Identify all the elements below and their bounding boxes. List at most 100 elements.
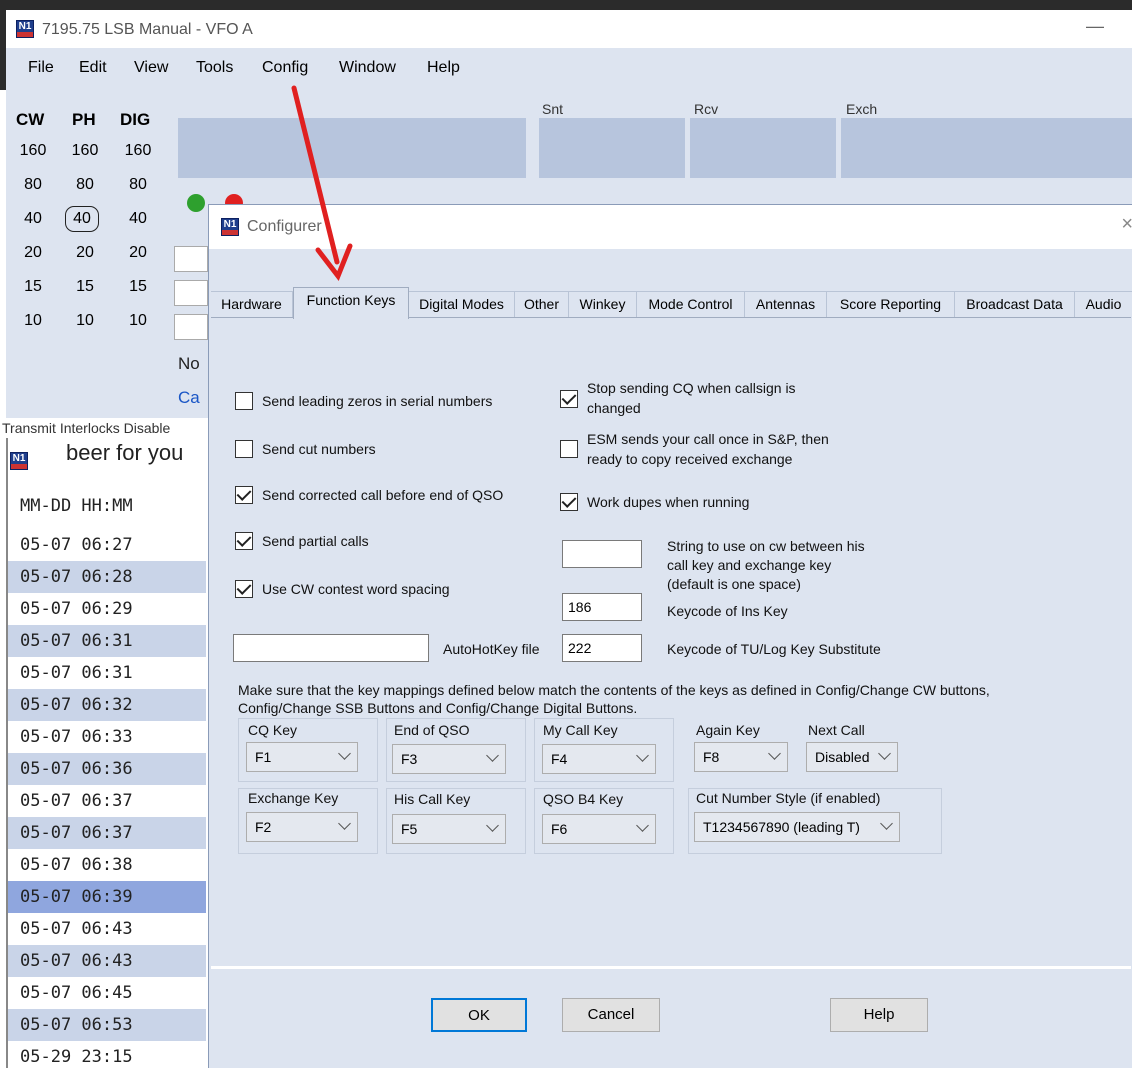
exchange-key-select[interactable]: F2: [246, 812, 358, 842]
band-ph-10[interactable]: 10: [68, 312, 102, 330]
menu-view[interactable]: View: [134, 59, 168, 77]
green-status-led: [187, 194, 205, 212]
cq-key-select[interactable]: F1: [246, 742, 358, 772]
log-row[interactable]: 05-07 06:38: [8, 849, 206, 881]
band-cw-160[interactable]: 160: [16, 142, 50, 160]
esm-checkbox[interactable]: [560, 440, 578, 458]
band-cw-20[interactable]: 20: [16, 244, 50, 262]
log-row[interactable]: 05-07 06:53: [8, 1009, 206, 1041]
tab-broadcast-data[interactable]: Broadcast Data: [955, 291, 1075, 317]
menu-help[interactable]: Help: [427, 59, 460, 77]
cw-word-spacing-checkbox[interactable]: [235, 580, 253, 598]
band-ph-40-selected[interactable]: 40: [65, 206, 99, 232]
band-dig-20[interactable]: 20: [121, 244, 155, 262]
log-row[interactable]: 05-07 06:31: [8, 657, 206, 689]
log-row[interactable]: 05-07 06:27: [8, 529, 206, 561]
his-call-label: His Call Key: [394, 791, 471, 807]
log-row[interactable]: 05-07 06:43: [8, 945, 206, 977]
log-row[interactable]: 05-29 23:15: [8, 1041, 206, 1068]
minimize-button[interactable]: —: [1086, 16, 1104, 37]
work-dupes-checkbox[interactable]: [560, 493, 578, 511]
next-call-select[interactable]: Disabled: [806, 742, 898, 772]
band-dig-10[interactable]: 10: [121, 312, 155, 330]
chevron-down-icon: [486, 749, 499, 762]
ins-keycode-label: Keycode of Ins Key: [667, 603, 788, 619]
snt-field[interactable]: [539, 118, 685, 178]
band-cw-15[interactable]: 15: [16, 278, 50, 296]
log-row[interactable]: 05-07 06:37: [8, 785, 206, 817]
log-row[interactable]: 05-07 06:37: [8, 817, 206, 849]
qso-b4-select[interactable]: F6: [542, 814, 656, 844]
stop-cq-label-2: changed: [587, 400, 641, 416]
band-cw-40[interactable]: 40: [16, 210, 50, 228]
exch-field[interactable]: [841, 118, 1132, 178]
band-ph-15[interactable]: 15: [68, 278, 102, 296]
band-dig-15[interactable]: 15: [121, 278, 155, 296]
log-row[interactable]: 05-07 06:36: [8, 753, 206, 785]
menu-bar: File Edit View Tools Config Window Help: [0, 48, 1132, 90]
autohotkey-file-input[interactable]: [233, 634, 429, 662]
help-button[interactable]: Help: [830, 998, 928, 1032]
tab-hardware[interactable]: Hardware: [211, 291, 293, 317]
leading-zeros-checkbox[interactable]: [235, 392, 253, 410]
cw-string-input[interactable]: [562, 540, 642, 568]
tab-audio[interactable]: Audio: [1075, 291, 1132, 317]
log-row[interactable]: 05-07 06:31: [8, 625, 206, 657]
band-dig-80[interactable]: 80: [121, 176, 155, 194]
log-row[interactable]: 05-07 06:32: [8, 689, 206, 721]
rcv-field[interactable]: [690, 118, 836, 178]
band-ph-80[interactable]: 80: [68, 176, 102, 194]
tab-winkey[interactable]: Winkey: [569, 291, 637, 317]
my-call-select[interactable]: F4: [542, 744, 656, 774]
tab-function-keys[interactable]: Function Keys: [293, 287, 409, 319]
log-row[interactable]: 05-07 06:33: [8, 721, 206, 753]
stop-cq-label-1: Stop sending CQ when callsign is: [587, 380, 796, 396]
end-qso-select[interactable]: F3: [392, 744, 506, 774]
log-row[interactable]: 05-07 06:45: [8, 977, 206, 1009]
log-row[interactable]: 05-07 06:29: [8, 593, 206, 625]
tab-mode-control[interactable]: Mode Control: [637, 291, 745, 317]
his-call-select[interactable]: F5: [392, 814, 506, 844]
cut-numbers-checkbox[interactable]: [235, 440, 253, 458]
again-key-select[interactable]: F8: [694, 742, 788, 772]
partial-calls-checkbox[interactable]: [235, 532, 253, 550]
menu-window[interactable]: Window: [339, 59, 396, 77]
side-entry-box-1[interactable]: [174, 246, 208, 272]
band-cw-80[interactable]: 80: [16, 176, 50, 194]
menu-config[interactable]: Config: [262, 59, 308, 77]
dialog-logo-icon: N1: [221, 218, 239, 236]
cut-style-select[interactable]: T1234567890 (leading T): [694, 812, 900, 842]
partial-calls-label: Send partial calls: [262, 533, 369, 549]
callsign-field[interactable]: [178, 118, 526, 178]
ok-button[interactable]: OK: [431, 998, 527, 1032]
side-entry-box-3[interactable]: [174, 314, 208, 340]
side-label-ca[interactable]: Ca: [178, 388, 200, 408]
again-key-label: Again Key: [696, 722, 760, 738]
log-row[interactable]: 05-07 06:28: [8, 561, 206, 593]
stop-cq-checkbox[interactable]: [560, 390, 578, 408]
menu-tools[interactable]: Tools: [196, 59, 233, 77]
menu-file[interactable]: File: [28, 59, 54, 77]
cancel-button[interactable]: Cancel: [562, 998, 660, 1032]
tab-other[interactable]: Other: [515, 291, 569, 317]
menu-edit[interactable]: Edit: [79, 59, 107, 77]
tab-digital-modes[interactable]: Digital Modes: [409, 291, 515, 317]
cw-word-spacing-label: Use CW contest word spacing: [262, 581, 450, 597]
corrected-call-checkbox[interactable]: [235, 486, 253, 504]
band-ph-20[interactable]: 20: [68, 244, 102, 262]
log-row[interactable]: 05-07 06:43: [8, 913, 206, 945]
tu-keycode-input[interactable]: 222: [562, 634, 642, 662]
side-entry-box-2[interactable]: [174, 280, 208, 306]
tu-keycode-label: Keycode of TU/Log Key Substitute: [667, 641, 881, 657]
band-ph-160[interactable]: 160: [68, 142, 102, 160]
band-dig-160[interactable]: 160: [121, 142, 155, 160]
band-cw-10[interactable]: 10: [16, 312, 50, 330]
tab-score-reporting[interactable]: Score Reporting: [827, 291, 955, 317]
tab-antennas[interactable]: Antennas: [745, 291, 827, 317]
ins-keycode-input[interactable]: 186: [562, 593, 642, 621]
log-row-selected[interactable]: 05-07 06:39: [8, 881, 206, 913]
dialog-title-bar: N1 Configurer ×: [209, 205, 1132, 249]
exchange-key-label: Exchange Key: [248, 790, 339, 806]
band-dig-40[interactable]: 40: [121, 210, 155, 228]
dialog-close-icon[interactable]: ×: [1121, 213, 1132, 236]
